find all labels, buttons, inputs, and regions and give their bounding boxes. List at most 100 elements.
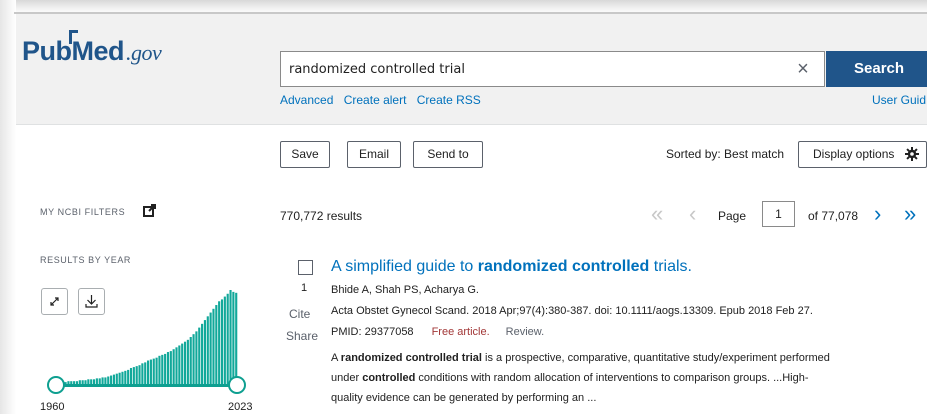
year-bar[interactable] [226, 293, 229, 384]
year-bar[interactable] [147, 360, 150, 385]
external-link-icon[interactable] [143, 204, 156, 217]
search-input[interactable] [289, 52, 789, 86]
create-alert-link[interactable]: Create alert [344, 93, 407, 107]
year-bar[interactable] [155, 357, 158, 384]
year-bar[interactable] [161, 354, 164, 384]
snippet-1-highlight: randomized controlled trial [340, 352, 482, 364]
logo-gov-text: .gov [126, 40, 162, 65]
year-bar[interactable] [186, 339, 189, 384]
free-article-badge: Free article. [431, 326, 490, 338]
last-page-icon[interactable]: » [904, 201, 916, 227]
year-bar[interactable] [203, 320, 207, 384]
total-pages: of 77,078 [808, 209, 859, 223]
year-bar[interactable] [164, 353, 167, 384]
share-button[interactable]: Share [286, 329, 318, 343]
title-text-pre: A simplified guide to [331, 258, 478, 275]
year-bar[interactable] [209, 312, 212, 384]
year-bar[interactable] [121, 371, 124, 384]
year-bar[interactable] [104, 377, 107, 384]
advanced-link[interactable]: Advanced [280, 93, 333, 107]
year-bar[interactable] [101, 377, 104, 384]
year-bar[interactable] [229, 290, 232, 384]
search-button[interactable]: Search [826, 51, 927, 87]
year-bar[interactable] [115, 373, 118, 384]
year-bar[interactable] [220, 299, 224, 384]
window-left-edge [0, 0, 16, 414]
title-text-highlight: randomized controlled [477, 258, 650, 275]
logo-med-label: Med [71, 36, 125, 66]
year-bar[interactable] [107, 376, 110, 384]
year-bar[interactable] [144, 362, 147, 384]
year-bar[interactable] [235, 292, 238, 384]
pubmed-logo[interactable]: Pub Med .gov [22, 30, 162, 67]
header-divider [16, 124, 927, 125]
year-bar[interactable] [192, 334, 195, 384]
save-button[interactable]: Save [280, 141, 330, 168]
year-start-label: 1960 [40, 401, 65, 413]
year-bar[interactable] [166, 352, 170, 384]
year-bar[interactable] [112, 374, 116, 384]
sort-label[interactable]: Sorted by: Best match [666, 147, 784, 161]
user-guide-link[interactable]: User Guid [872, 93, 926, 107]
year-bar[interactable] [169, 351, 172, 384]
year-bar[interactable] [201, 323, 204, 384]
year-bar[interactable] [127, 369, 130, 384]
year-range-track[interactable] [56, 384, 236, 387]
page-number-input[interactable]: 1 [762, 201, 795, 227]
result-checkbox[interactable] [298, 260, 313, 275]
first-page-icon[interactable]: « [651, 201, 663, 227]
my-ncbi-filters-heading[interactable]: MY NCBI FILTERS [40, 207, 125, 217]
snippet-2-pre: under [331, 372, 363, 384]
year-bar[interactable] [183, 341, 187, 384]
article-type: Review. [505, 326, 545, 338]
results-by-year-histogram[interactable] [42, 282, 242, 387]
year-bar[interactable] [141, 363, 144, 384]
result-pmid: PMID: 29377058 [331, 326, 414, 338]
display-options-label: Display options [813, 147, 895, 161]
year-bar[interactable] [189, 337, 192, 384]
year-bar[interactable] [129, 368, 133, 384]
year-bar[interactable] [181, 343, 184, 384]
year-bar[interactable] [172, 349, 175, 384]
year-bar[interactable] [149, 359, 152, 384]
year-bar[interactable] [178, 345, 181, 384]
next-page-icon[interactable]: › [874, 201, 881, 227]
year-bar[interactable] [175, 347, 178, 384]
year-bar[interactable] [195, 331, 198, 384]
cite-button[interactable]: Cite [289, 307, 310, 321]
snippet-line-1: A randomized controlled trial is a prosp… [331, 348, 927, 368]
year-bar[interactable] [206, 316, 209, 384]
year-bar[interactable] [218, 301, 221, 384]
year-bar[interactable] [198, 327, 201, 384]
year-bar[interactable] [110, 375, 113, 384]
display-options-button[interactable]: Display options [798, 141, 927, 168]
result-rank: 1 [301, 282, 308, 294]
year-bar[interactable] [138, 365, 141, 384]
result-title-link[interactable]: A simplified guide to randomized control… [331, 258, 692, 276]
snippet-2-highlight: controlled [362, 372, 416, 384]
year-bar[interactable] [158, 355, 161, 384]
previous-page-icon[interactable]: ‹ [689, 201, 696, 227]
year-bar[interactable] [215, 305, 218, 384]
snippet-1-pre: A [331, 352, 341, 364]
clear-icon[interactable]: × [791, 58, 815, 82]
year-bar[interactable] [152, 358, 155, 384]
send-to-button[interactable]: Send to [413, 141, 483, 168]
year-bar[interactable] [124, 370, 127, 384]
year-start-handle[interactable] [47, 376, 65, 394]
create-rss-link[interactable]: Create RSS [417, 93, 481, 107]
result-citation: Acta Obstet Gynecol Scand. 2018 Apr;97(4… [331, 305, 813, 317]
year-bar[interactable] [223, 296, 226, 384]
year-bar[interactable] [132, 367, 135, 384]
email-button[interactable]: Email [347, 141, 401, 168]
year-end-handle[interactable] [228, 376, 246, 394]
year-bar[interactable] [118, 372, 121, 384]
search-box[interactable]: × [280, 51, 825, 87]
year-bar[interactable] [212, 308, 215, 384]
logo-pub-text: Pub [22, 36, 72, 66]
title-text-post: trials. [649, 258, 692, 275]
result-meta: PMID: 29377058 Free article. Review. [331, 326, 544, 338]
snippet-2-post: conditions with random allocation of int… [415, 372, 809, 384]
year-bar[interactable] [135, 366, 138, 384]
year-bar[interactable] [232, 291, 235, 384]
